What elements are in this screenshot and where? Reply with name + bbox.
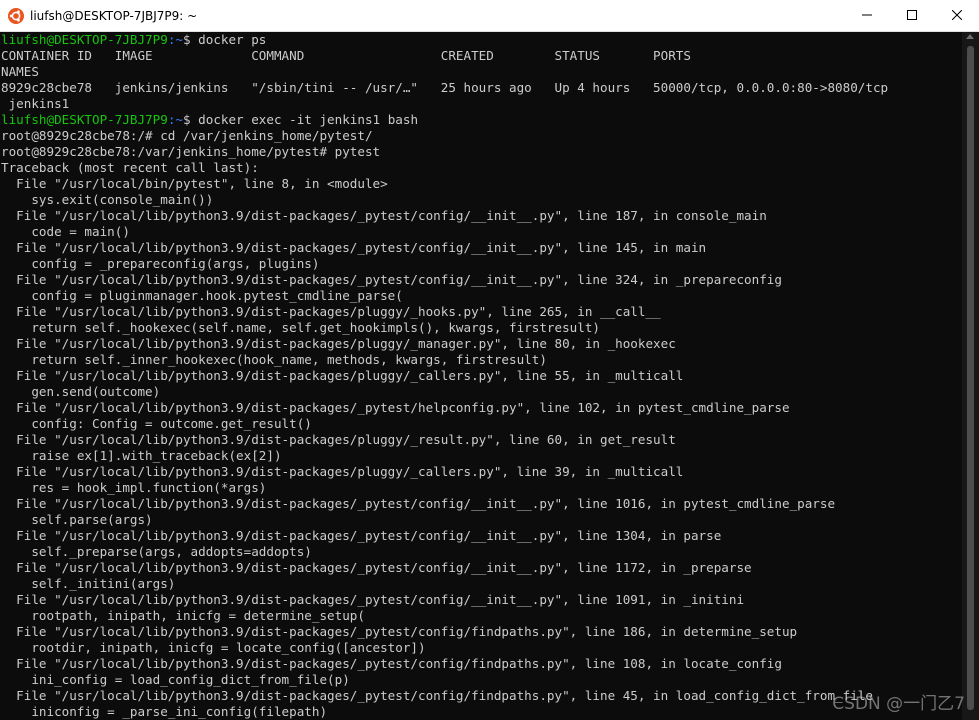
terminal-line: File "/usr/local/lib/python3.9/dist-pack…	[1, 624, 798, 639]
terminal-line: File "/usr/local/lib/python3.9/dist-pack…	[1, 656, 782, 671]
terminal-line: ini_config = load_config_dict_from_file(…	[1, 672, 350, 687]
terminal-line: File "/usr/local/lib/python3.9/dist-pack…	[1, 208, 767, 223]
terminal-line: root@8929c28cbe78:/var/jenkins_home/pyte…	[1, 144, 381, 159]
terminal-line: File "/usr/local/lib/python3.9/dist-pack…	[1, 336, 676, 351]
minimize-button[interactable]	[844, 0, 889, 31]
terminal-line: liufsh@DESKTOP-7JBJ7P9:~$ docker ps	[1, 32, 963, 48]
terminal-line: code = main()	[1, 224, 130, 239]
terminal-line: self.parse(args)	[1, 512, 153, 527]
terminal-line: File "/usr/local/lib/python3.9/dist-pack…	[1, 240, 707, 255]
terminal-line: File "/usr/local/lib/python3.9/dist-pack…	[1, 592, 745, 607]
terminal-line: raise ex[1].with_traceback(ex[2])	[1, 448, 282, 463]
terminal-line: File "/usr/local/lib/python3.9/dist-pack…	[1, 560, 752, 575]
terminal-line: return self._hookexec(self.name, self.ge…	[1, 320, 600, 335]
terminal-line: iniconfig = _parse_ini_config(filepath)	[1, 704, 328, 719]
terminal-line: config = pluginmanager.hook.pytest_cmdli…	[1, 288, 403, 303]
scrollbar-thumb[interactable]	[967, 46, 974, 710]
vertical-scrollbar[interactable]	[962, 32, 979, 720]
scroll-up-arrow-icon[interactable]	[966, 34, 974, 39]
prompt-user: liufsh@DESKTOP-7JBJ7P9	[1, 32, 168, 47]
title-bar[interactable]: liufsh@DESKTOP-7JBJ7P9: ~	[0, 0, 979, 32]
maximize-icon	[906, 9, 917, 23]
terminal-line: return self._inner_hookexec(hook_name, m…	[1, 352, 547, 367]
prompt-path: :~	[167, 112, 183, 127]
terminal-line: File "/usr/local/lib/python3.9/dist-pack…	[1, 464, 684, 479]
terminal-line: File "/usr/local/lib/python3.9/dist-pack…	[1, 528, 722, 543]
terminal-line: self._initini(args)	[1, 576, 176, 591]
terminal-line: jenkins1	[1, 96, 70, 111]
terminal-line: File "/usr/local/lib/python3.9/dist-pack…	[1, 368, 684, 383]
terminal-line: self._preparse(args, addopts=addopts)	[1, 544, 312, 559]
window-title: liufsh@DESKTOP-7JBJ7P9: ~	[30, 8, 198, 23]
maximize-button[interactable]	[889, 0, 934, 31]
terminal-line: File "/usr/local/lib/python3.9/dist-pack…	[1, 272, 782, 287]
terminal-line: res = hook_impl.function(*args)	[1, 480, 267, 495]
terminal-line: File "/usr/local/lib/python3.9/dist-pack…	[1, 496, 836, 511]
terminal-line: CONTAINER ID IMAGE COMMAND CREATED STATU…	[1, 48, 691, 63]
terminal-line: config = _prepareconfig(args, plugins)	[1, 256, 320, 271]
close-icon	[951, 9, 962, 23]
window-controls	[844, 0, 979, 31]
terminal-line: NAMES	[1, 64, 39, 79]
minimize-icon	[861, 9, 872, 23]
terminal-line: File "/usr/local/bin/pytest", line 8, in…	[1, 176, 388, 191]
terminal-line: File "/usr/local/lib/python3.9/dist-pack…	[1, 432, 676, 447]
terminal-line: config: Config = outcome.get_result()	[1, 416, 312, 431]
terminal-line: rootdir, inipath, inicfg = locate_config…	[1, 640, 426, 655]
prompt-user: liufsh@DESKTOP-7JBJ7P9	[1, 112, 168, 127]
terminal-window: liufsh@DESKTOP-7JBJ7P9: ~ liufsh@DESKTOP…	[0, 0, 979, 720]
prompt-command: $ docker exec -it jenkins1 bash	[182, 112, 419, 127]
prompt-command: $ docker ps	[182, 32, 267, 47]
terminal-line: Traceback (most recent call last):	[1, 160, 259, 175]
watermark: CSDN @一门乙7	[832, 694, 965, 714]
close-button[interactable]	[934, 0, 979, 31]
ubuntu-icon	[8, 7, 24, 24]
terminal-output[interactable]: liufsh@DESKTOP-7JBJ7P9:~$ docker ps CONTA…	[0, 32, 963, 720]
terminal-line: 8929c28cbe78 jenkins/jenkins "/sbin/tini…	[1, 80, 889, 95]
terminal-line: rootpath, inipath, inicfg = determine_se…	[1, 608, 365, 623]
terminal-line: File "/usr/local/lib/python3.9/dist-pack…	[1, 688, 873, 703]
prompt-path: :~	[167, 32, 183, 47]
terminal-line: File "/usr/local/lib/python3.9/dist-pack…	[1, 304, 661, 319]
terminal-line: liufsh@DESKTOP-7JBJ7P9:~$ docker exec -i…	[1, 112, 963, 128]
terminal-line: root@8929c28cbe78:/# cd /var/jenkins_hom…	[1, 128, 373, 143]
terminal-line: sys.exit(console_main())	[1, 192, 214, 207]
terminal-line: File "/usr/local/lib/python3.9/dist-pack…	[1, 400, 790, 415]
terminal-line: gen.send(outcome)	[1, 384, 161, 399]
